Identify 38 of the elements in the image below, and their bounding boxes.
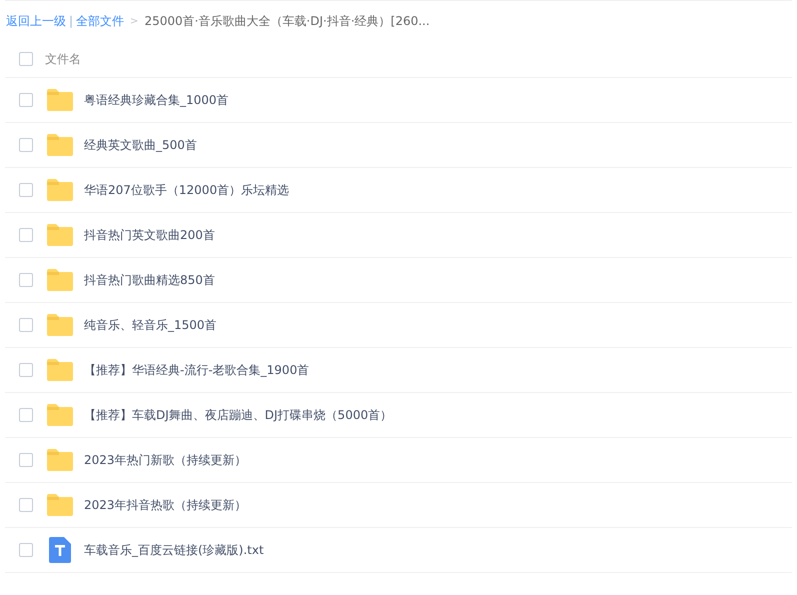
column-header: 文件名 bbox=[45, 51, 81, 68]
file-name[interactable]: 纯音乐、轻音乐_1500首 bbox=[84, 316, 217, 334]
checkbox[interactable] bbox=[19, 453, 33, 467]
folder-icon bbox=[46, 134, 74, 156]
checkbox[interactable] bbox=[19, 543, 33, 557]
checkbox[interactable] bbox=[19, 183, 33, 197]
file-name[interactable]: 经典英文歌曲_500首 bbox=[84, 136, 197, 154]
checkbox[interactable] bbox=[19, 498, 33, 512]
file-name[interactable]: 【推荐】车载DJ舞曲、夜店蹦迪、DJ打碟串烧（5000首） bbox=[84, 406, 392, 424]
checkbox[interactable] bbox=[19, 52, 33, 66]
file-name[interactable]: 华语207位歌手（12000首）乐坛精选 bbox=[84, 181, 290, 199]
breadcrumb-divider: | bbox=[69, 13, 74, 30]
file-name[interactable]: 【推荐】华语经典-流行-老歌合集_1900首 bbox=[84, 361, 310, 379]
file-name[interactable]: 粤语经典珍藏合集_1000首 bbox=[84, 91, 229, 109]
folder-icon bbox=[46, 224, 74, 246]
folder-icon bbox=[46, 314, 74, 336]
checkbox[interactable] bbox=[19, 228, 33, 242]
checkbox[interactable] bbox=[19, 408, 33, 422]
text-file-icon bbox=[49, 537, 71, 563]
current-folder-path: 25000首·音乐歌曲大全（车载·DJ·抖音·经典）[260... bbox=[144, 13, 430, 30]
folder-icon bbox=[46, 449, 74, 471]
checkbox[interactable] bbox=[19, 93, 33, 107]
checkbox[interactable] bbox=[19, 273, 33, 287]
folder-icon bbox=[46, 179, 74, 201]
folder-icon bbox=[46, 89, 74, 111]
checkbox[interactable] bbox=[19, 318, 33, 332]
breadcrumb-arrow: > bbox=[130, 14, 138, 28]
folder-icon bbox=[46, 269, 74, 291]
file-name[interactable]: 抖音热门英文歌曲200首 bbox=[84, 226, 215, 244]
folder-icon bbox=[46, 404, 74, 426]
checkbox[interactable] bbox=[19, 363, 33, 377]
file-name[interactable]: 抖音热门歌曲精选850首 bbox=[84, 271, 215, 289]
folder-icon bbox=[46, 359, 74, 381]
file-name[interactable]: 2023年抖音热歌（持续更新） bbox=[84, 496, 247, 514]
checkbox[interactable] bbox=[19, 138, 33, 152]
file-name[interactable]: 车载音乐_百度云链接(珍藏版).txt bbox=[84, 541, 264, 559]
file-name[interactable]: 2023年热门新歌（持续更新） bbox=[84, 451, 247, 469]
folder-icon bbox=[46, 494, 74, 516]
